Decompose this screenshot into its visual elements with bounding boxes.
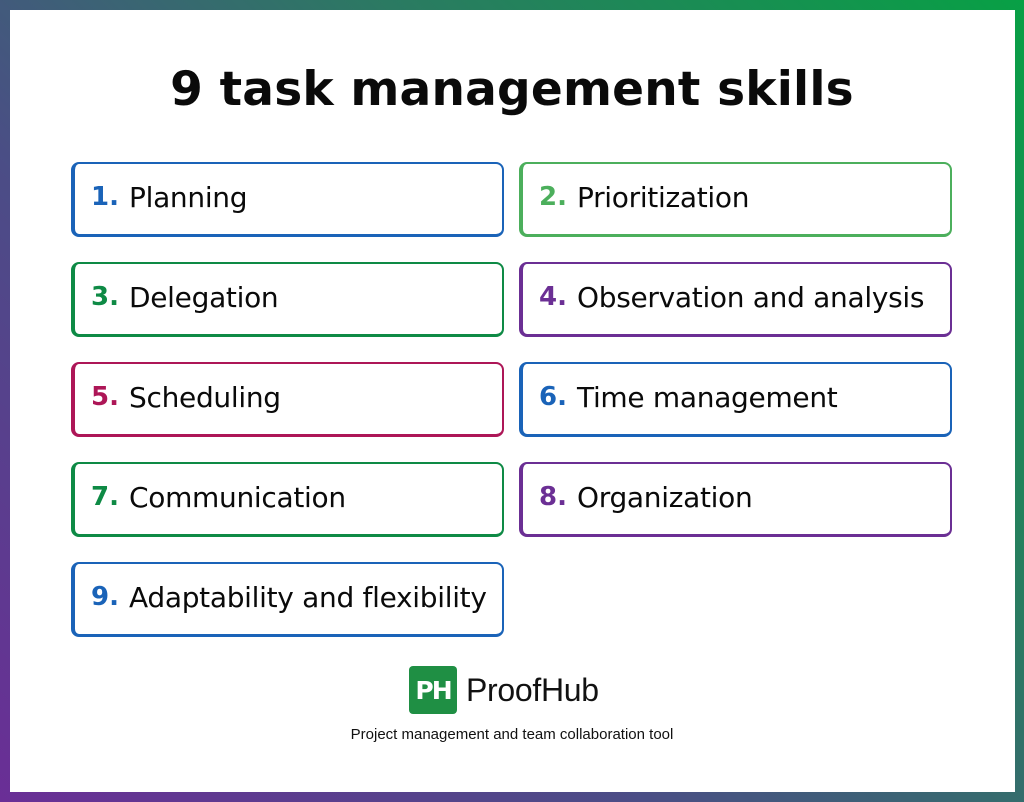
skill-label: Time management xyxy=(577,380,838,414)
skill-number: 2. xyxy=(539,182,567,212)
skill-label: Scheduling xyxy=(129,380,281,414)
skill-card-3: 3. Delegation xyxy=(71,262,504,337)
skill-number: 5. xyxy=(91,382,119,412)
ph-logo-icon: PH xyxy=(409,666,457,714)
skill-label: Communication xyxy=(129,480,346,514)
skill-card-9: 9. Adaptability and flexibility xyxy=(71,562,504,637)
skill-number: 3. xyxy=(91,282,119,312)
skill-label: Organization xyxy=(577,480,753,514)
skill-card-2: 2. Prioritization xyxy=(519,162,952,237)
skill-label: Adaptability and flexibility xyxy=(129,580,487,614)
skill-number: 8. xyxy=(539,482,567,512)
skill-number: 6. xyxy=(539,382,567,412)
skill-card-6: 6. Time management xyxy=(519,362,952,437)
page-title: 9 task management skills xyxy=(170,62,854,117)
skill-card-4: 4. Observation and analysis xyxy=(519,262,952,337)
proofhub-logo: PH ProofHub xyxy=(409,666,599,714)
skill-number: 7. xyxy=(91,482,119,512)
skill-number: 4. xyxy=(539,282,567,312)
brand-name: ProofHub xyxy=(466,671,599,708)
skill-label: Observation and analysis xyxy=(577,280,925,314)
skill-number: 9. xyxy=(91,582,119,612)
skill-card-7: 7. Communication xyxy=(71,462,504,537)
skill-card-5: 5. Scheduling xyxy=(71,362,504,437)
skill-label: Planning xyxy=(129,180,248,214)
skill-number: 1. xyxy=(91,182,119,212)
skill-label: Delegation xyxy=(129,280,279,314)
skill-card-8: 8. Organization xyxy=(519,462,952,537)
brand-tagline: Project management and team collaboratio… xyxy=(350,726,674,743)
skill-card-1: 1. Planning xyxy=(71,162,504,237)
skill-label: Prioritization xyxy=(577,180,750,214)
